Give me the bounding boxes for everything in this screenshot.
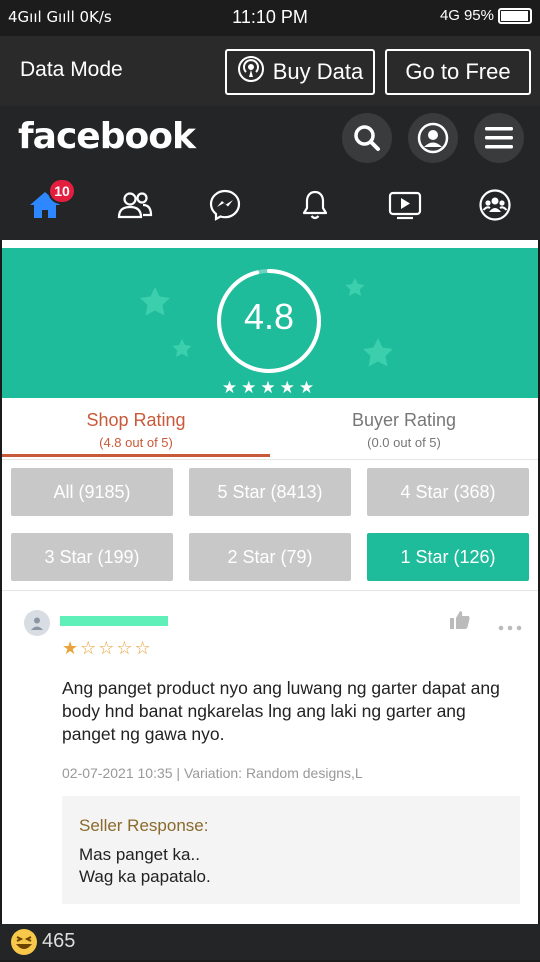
hamburger-icon xyxy=(485,127,513,149)
divider xyxy=(2,590,538,591)
buy-data-button[interactable]: Buy Data xyxy=(225,49,375,95)
user-icon xyxy=(31,617,43,630)
profile-icon xyxy=(417,122,449,154)
review-text: Ang panget product nyo ang luwang ng gar… xyxy=(62,678,500,744)
seller-response-line-1: Mas panget ka.. xyxy=(79,845,200,864)
buy-data-label: Buy Data xyxy=(272,59,364,84)
nav-watch[interactable] xyxy=(360,176,450,234)
filter-1-star[interactable]: 1 Star (126) xyxy=(367,533,529,581)
tab-buyer-rating-sub: (0.0 out of 5) xyxy=(367,435,441,450)
redacted-username xyxy=(60,616,168,626)
rating-stars: ★★★★★ xyxy=(221,378,319,398)
friends-icon xyxy=(117,192,153,219)
nav-friends[interactable] xyxy=(90,176,180,234)
messenger-icon xyxy=(209,189,241,221)
nav-home[interactable]: 10 xyxy=(0,176,90,234)
rating-tabs: Shop Rating (4.8 out of 5) Buyer Rating … xyxy=(2,398,538,460)
rating-hero: 4.8 ★★★★★ xyxy=(2,248,538,398)
filter-all[interactable]: All (9185) xyxy=(11,468,173,516)
reactions-bar[interactable]: 465 xyxy=(0,924,540,960)
tab-shop-rating[interactable]: Shop Rating (4.8 out of 5) xyxy=(2,410,270,450)
filter-5-star[interactable]: 5 Star (8413) xyxy=(189,468,351,516)
more-options-button[interactable] xyxy=(498,618,522,636)
seller-response-line-2: Wag ka papatalo. xyxy=(79,867,211,886)
filter-2-star[interactable]: 2 Star (79) xyxy=(189,533,351,581)
haha-reaction-icon xyxy=(10,928,38,962)
seller-response-text: Mas panget ka.. Wag ka papatalo. xyxy=(79,844,211,888)
review-star-rating: ★☆☆☆☆ xyxy=(62,638,153,659)
thumbs-up-icon xyxy=(450,611,470,629)
menu-button[interactable] xyxy=(474,113,524,163)
tab-shop-rating-title: Shop Rating xyxy=(86,410,186,430)
profile-button[interactable] xyxy=(408,113,458,163)
nav-groups[interactable] xyxy=(450,176,540,234)
shop-rating-value: 4.8 xyxy=(243,296,295,337)
review-meta: 02-07-2021 10:35 | Variation: Random des… xyxy=(62,765,363,781)
tab-buyer-rating[interactable]: Buyer Rating (0.0 out of 5) xyxy=(270,410,538,450)
facebook-nav: 10 xyxy=(0,176,540,234)
like-button[interactable] xyxy=(449,610,471,635)
go-to-free-button[interactable]: Go to Free xyxy=(385,49,531,95)
data-mode-bar: Data Mode Buy Data Go to Free xyxy=(0,36,540,106)
active-tab-indicator xyxy=(2,454,270,457)
facebook-header: facebook 10 xyxy=(0,106,540,240)
tab-buyer-rating-title: Buyer Rating xyxy=(351,410,457,430)
groups-icon xyxy=(479,189,511,221)
broadcast-icon xyxy=(237,55,265,89)
more-dots-icon xyxy=(498,625,522,631)
reaction-count: 465 xyxy=(42,930,76,952)
status-bar: 4Gııl Gııll 0K/s 11:10 PM 4G 95% xyxy=(0,0,540,36)
go-to-free-label: Go to Free xyxy=(405,59,511,84)
search-button[interactable] xyxy=(342,113,392,163)
bell-icon xyxy=(302,190,328,220)
battery-icon xyxy=(498,7,532,24)
nav-messenger[interactable] xyxy=(180,176,270,234)
home-badge: 10 xyxy=(48,178,76,204)
seller-response: Seller Response: Mas panget ka.. Wag ka … xyxy=(62,796,520,904)
network-type: 4G xyxy=(439,7,460,24)
data-mode-label: Data Mode xyxy=(20,58,123,81)
filter-4-star[interactable]: 4 Star (368) xyxy=(367,468,529,516)
facebook-logo[interactable]: facebook xyxy=(18,116,196,157)
search-icon xyxy=(354,125,380,151)
shop-rating-page: 4.8 ★★★★★ Shop Rating (4.8 out of 5) Buy… xyxy=(2,240,538,924)
seller-response-title: Seller Response: xyxy=(79,816,209,835)
watch-icon xyxy=(388,191,422,220)
status-right: 4G 95% xyxy=(440,7,532,24)
avatar xyxy=(24,610,50,636)
battery-percent: 95% xyxy=(463,7,494,24)
tab-shop-rating-sub: (4.8 out of 5) xyxy=(99,435,173,450)
nav-notifications[interactable] xyxy=(270,176,360,234)
filter-3-star[interactable]: 3 Star (199) xyxy=(11,533,173,581)
